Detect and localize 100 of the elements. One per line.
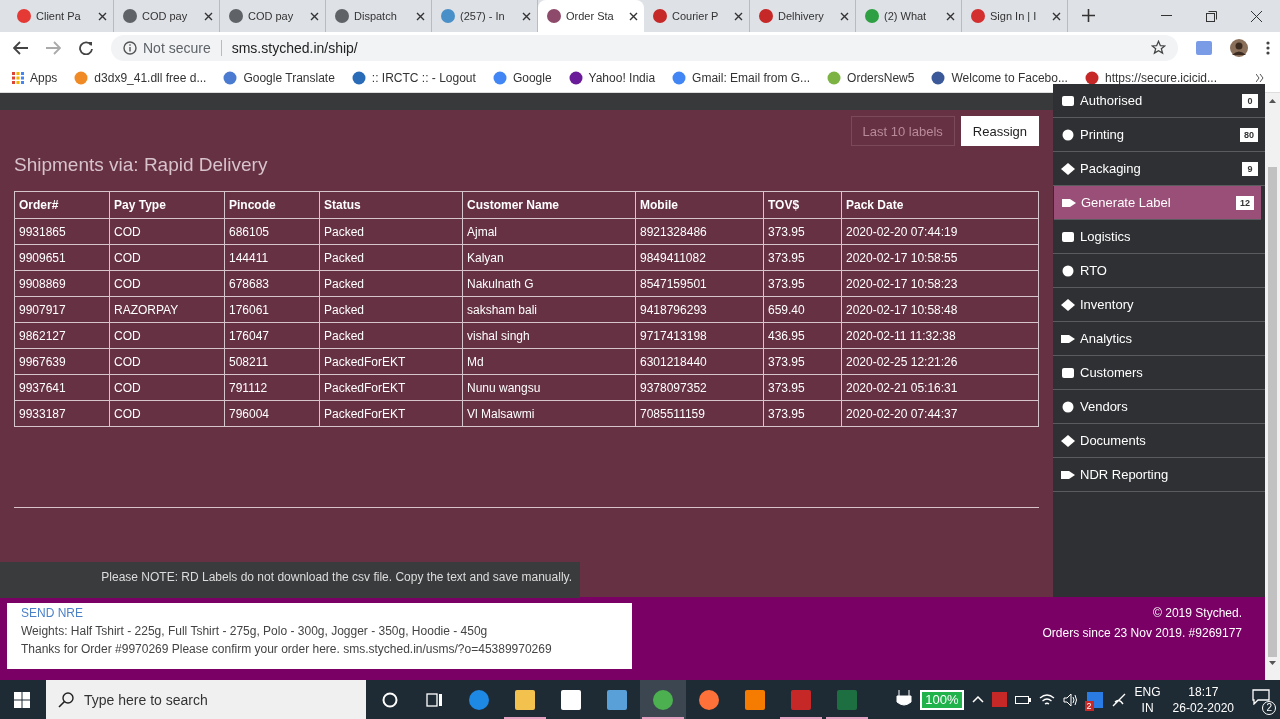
close-icon[interactable]: [204, 11, 213, 21]
table-cell: 373.95: [763, 218, 842, 245]
close-icon[interactable]: [1052, 11, 1061, 21]
apps-grid-icon: [12, 71, 24, 84]
reload-icon[interactable]: [79, 40, 93, 55]
close-icon[interactable]: [629, 11, 638, 21]
table-cell: 659.40: [763, 296, 842, 323]
bookmark[interactable]: Google: [492, 70, 552, 85]
bookmark-icon: [931, 70, 946, 85]
table-cell: 678683: [224, 270, 320, 297]
search-field[interactable]: Type here to search: [46, 680, 366, 719]
column-header: Customer Name: [462, 191, 636, 219]
table-cell: PackedForEKT: [319, 400, 463, 427]
close-icon[interactable]: [310, 11, 319, 21]
count-badge: 0: [1242, 93, 1258, 108]
table-cell: PackedForEKT: [319, 374, 463, 401]
column-header: TOV$: [763, 191, 842, 219]
more-bookmarks-icon[interactable]: [1256, 73, 1264, 82]
chevron-up-icon[interactable]: [971, 696, 984, 703]
notice-text: Please NOTE: RD Labels do not download the csv file. Copy the text and save manually.: [101, 570, 572, 586]
new-tab-icon[interactable]: [1082, 9, 1095, 22]
bookmark[interactable]: OrdersNew5: [827, 70, 915, 85]
message-text: Weights: Half Tshirt - 225g, Full Tshirt - 275g, Polo - 300g, Jogger - 350g, Hoodie - 450g: [21, 624, 489, 638]
bookmark[interactable]: https://secure.icicid...: [1084, 70, 1217, 85]
scroll-thumb[interactable]: [1268, 167, 1277, 657]
cortana-icon[interactable]: [382, 691, 398, 708]
table-cell: 9862127: [14, 322, 110, 349]
action-button[interactable]: Reassign: [960, 116, 1039, 146]
close-icon[interactable]: [416, 11, 425, 21]
bookmark[interactable]: Yahoo! India: [568, 70, 656, 85]
star-icon[interactable]: [1151, 40, 1166, 55]
extension-icon[interactable]: [1196, 40, 1212, 55]
bookmark[interactable]: Welcome to Facebo...: [931, 70, 1068, 85]
table-cell: 791112: [224, 374, 320, 401]
bookmark[interactable]: :: IRCTC :: - Logout: [351, 70, 476, 85]
task-view-icon[interactable]: [426, 691, 444, 708]
menu-icon[interactable]: [1266, 40, 1270, 55]
chat-icon: [1252, 688, 1270, 705]
sidebar-item[interactable]: Customers: [1053, 356, 1265, 390]
table-cell: COD: [109, 348, 225, 375]
table-cell: 2020-02-20 07:44:37: [841, 400, 1039, 427]
favicon-icon: [335, 9, 349, 23]
search-icon: [58, 692, 74, 708]
table-cell: 9967639: [14, 348, 110, 375]
clock[interactable]: 18:17 26-02-2020: [1172, 683, 1234, 716]
scroll-down-icon[interactable]: [1269, 661, 1276, 665]
close-icon[interactable]: [946, 11, 955, 21]
security-label: Not secure: [143, 39, 211, 56]
dropbox-icon[interactable]: 2: [1086, 691, 1103, 708]
close-icon[interactable]: [522, 11, 531, 21]
scroll-up-icon[interactable]: [1269, 99, 1276, 103]
table-cell: Packed: [319, 218, 463, 245]
table-cell: 8921328486: [635, 218, 764, 245]
column-header: Pincode: [224, 191, 320, 219]
table-cell: 9933187: [14, 400, 110, 427]
bookmark[interactable]: Gmail: Email from G...: [672, 70, 811, 85]
sidebar-item[interactable]: Generate Label 12: [1054, 186, 1261, 220]
table-cell: 796004: [224, 400, 320, 427]
column-header: Pack Date: [841, 191, 1039, 219]
close-icon[interactable]: [1251, 10, 1262, 22]
language-indicator[interactable]: ENG IN: [1134, 683, 1161, 716]
table-cell: 373.95: [763, 244, 842, 271]
address-bar[interactable]: Not secure sms.styched.in/ship/: [111, 34, 1178, 61]
table-cell: 373.95: [763, 400, 842, 427]
notifications-button[interactable]: 2: [1246, 684, 1276, 715]
menu-item-icon: [1061, 230, 1075, 243]
volume-icon[interactable]: [1062, 692, 1079, 707]
battery-icon[interactable]: [1014, 694, 1031, 705]
footer-text: © 2019 Styched.: [1153, 606, 1242, 620]
wifi-icon[interactable]: [1038, 693, 1055, 706]
bookmark[interactable]: Apps: [12, 70, 58, 85]
sidebar-item[interactable]: Logistics: [1053, 220, 1265, 254]
avatar-icon[interactable]: [1230, 38, 1248, 57]
table-cell: 9717413198: [635, 322, 764, 349]
bookmark[interactable]: Google Translate: [223, 70, 335, 85]
sidebar-item[interactable]: Printing 80: [1053, 118, 1265, 152]
minimize-icon[interactable]: [1161, 15, 1172, 17]
table-cell: 2020-02-17 10:58:23: [841, 270, 1039, 297]
message-text: Thanks for Order #9970269 Please confirm your order here. sms.styched.in/usms/?o=45389970269: [21, 642, 553, 656]
table-cell: 9378097352: [635, 374, 764, 401]
table-cell: Md: [462, 348, 636, 375]
bookmark[interactable]: d3dx9_41.dll free d...: [74, 70, 207, 85]
send-link[interactable]: SEND NRE: [21, 606, 618, 620]
windows-start-icon[interactable]: [14, 691, 30, 708]
close-icon[interactable]: [734, 11, 743, 21]
count-badge: 9: [1242, 161, 1258, 176]
menu-item-icon: [1061, 400, 1075, 413]
table-cell: 9908869: [14, 270, 110, 297]
notification-badge: 2: [1084, 700, 1094, 711]
scrollbar[interactable]: [1265, 93, 1280, 680]
menu-item-icon: [1061, 434, 1075, 447]
sidebar-item[interactable]: Authorised 0: [1053, 84, 1265, 118]
browser-tab[interactable]: Order Sta: [538, 0, 644, 32]
close-icon[interactable]: [840, 11, 849, 21]
table-cell: COD: [109, 322, 225, 349]
table-cell: 436.95: [763, 322, 842, 349]
close-icon[interactable]: [98, 11, 107, 21]
pen-icon[interactable]: [1110, 691, 1127, 708]
back-icon[interactable]: [13, 40, 28, 55]
restore-icon[interactable]: [1206, 10, 1217, 22]
